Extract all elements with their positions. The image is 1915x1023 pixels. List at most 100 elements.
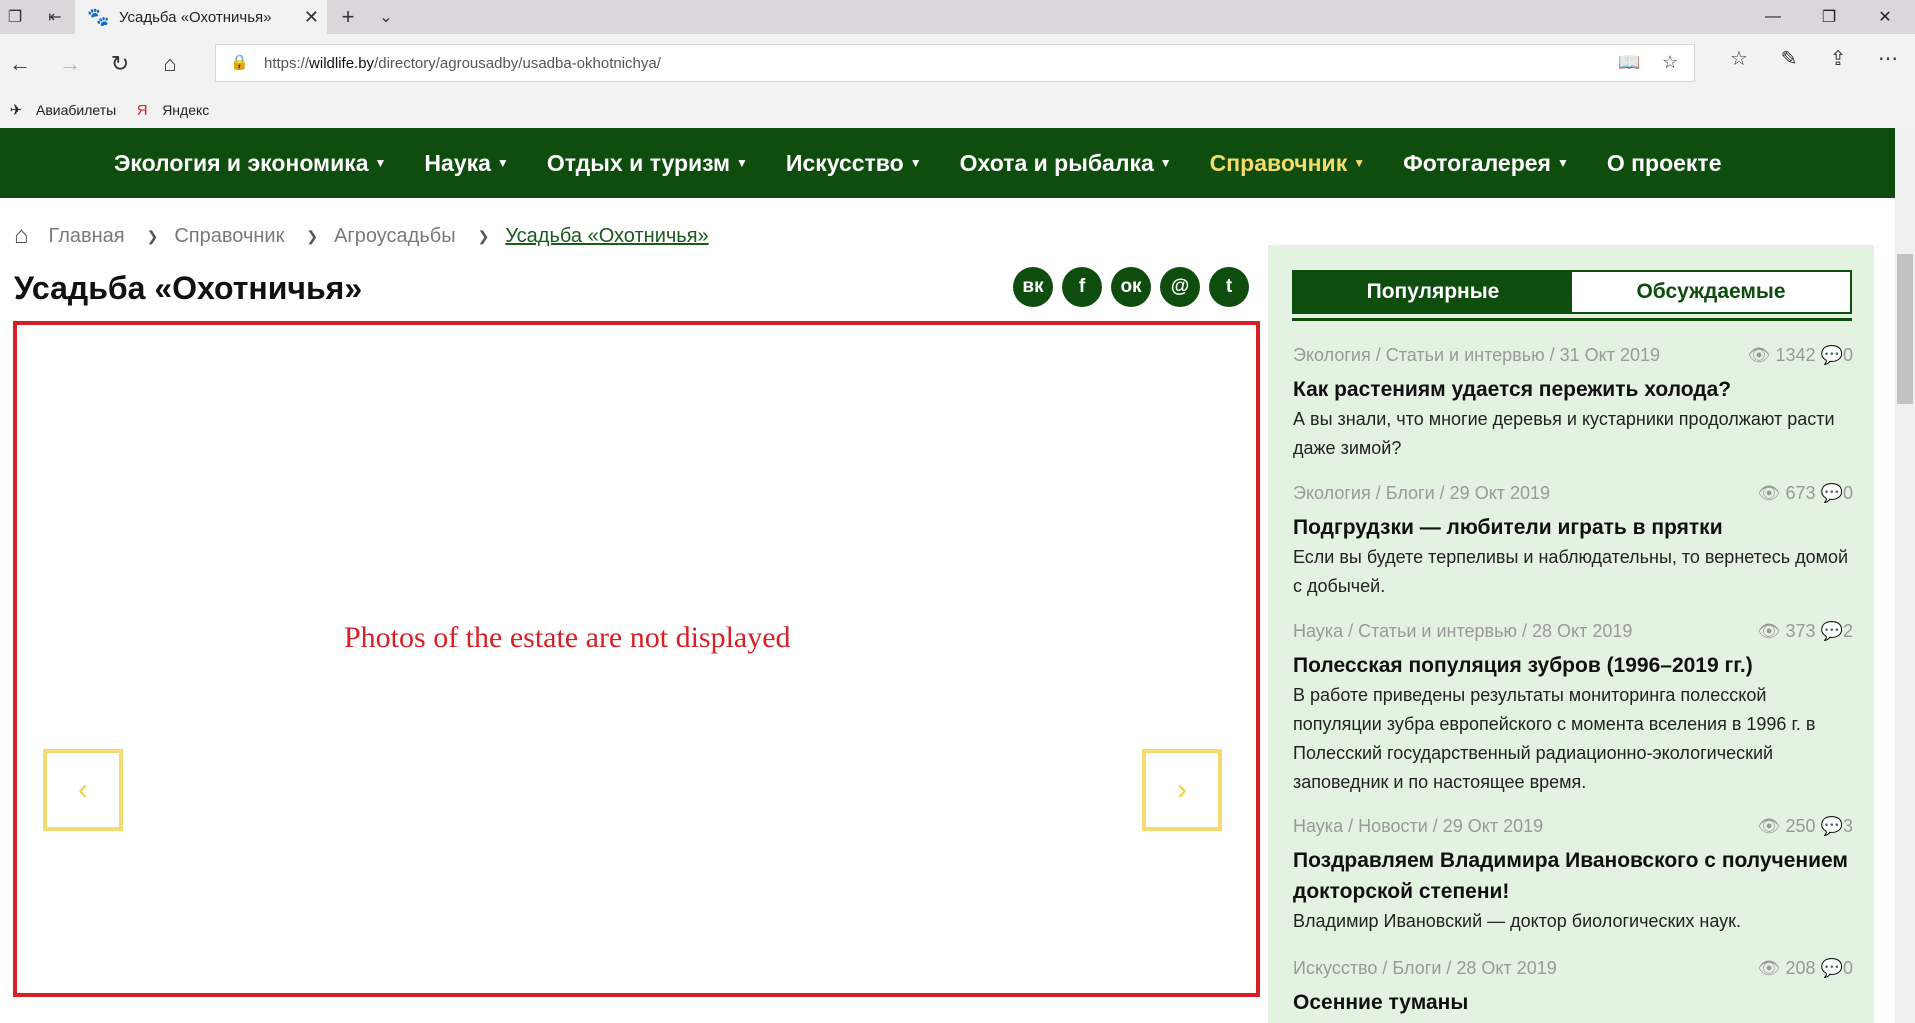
post-title[interactable]: Подгрудзки — любители играть в прятки <box>1293 512 1853 543</box>
view-count: 1342 <box>1775 345 1816 365</box>
chevron-left-icon: ‹ <box>78 773 88 806</box>
caret-down-icon: ▼ <box>1556 155 1569 170</box>
tab-manager-icon[interactable]: ❐ <box>0 0 30 34</box>
eye-icon: 👁 <box>1757 958 1781 978</box>
favorite-aviabilety[interactable]: ✈ Авиабилеты <box>6 101 116 119</box>
favorite-label: Авиабилеты <box>36 102 117 118</box>
share-icon[interactable]: ⇪ <box>1822 46 1854 71</box>
post-title[interactable]: Полесская популяция зубров (1996–2019 гг… <box>1293 650 1853 681</box>
post-title[interactable]: Осенние туманы <box>1293 987 1853 1018</box>
tab-list-chevron-icon[interactable]: ⌄ <box>371 0 401 34</box>
nav-label: Фотогалерея <box>1403 149 1551 176</box>
gallery-prev-button[interactable]: ‹ <box>43 749 123 831</box>
view-count: 373 <box>1785 621 1816 641</box>
nav-label: Охота и рыбалка <box>959 149 1154 176</box>
mail-icon[interactable]: @ <box>1160 267 1200 307</box>
eye-icon: 👁 <box>1757 621 1781 641</box>
comment-count: 0 <box>1842 345 1853 365</box>
restore-icon[interactable]: ❐ <box>1799 0 1859 34</box>
favorites-list-icon[interactable]: ☆ <box>1723 46 1755 71</box>
gallery-message: Photos of the estate are not displayed <box>344 621 791 654</box>
comment-icon: 💬 <box>1820 483 1843 503</box>
eye-icon: 👁 <box>1757 816 1781 836</box>
nav-item-art[interactable]: Искусство ▼ <box>786 150 922 177</box>
reading-view-icon[interactable]: 📖 <box>1618 52 1640 73</box>
breadcrumb-agro[interactable]: Агроусадьбы <box>334 225 455 248</box>
list-item: Наука / Новости / 29 Окт 2019 👁 250 💬3 По… <box>1293 816 1853 936</box>
favorite-star-icon[interactable]: ☆ <box>1662 52 1678 73</box>
minimize-icon[interactable]: — <box>1743 0 1803 34</box>
favorite-label: Яндекс <box>162 102 210 118</box>
nav-item-directory[interactable]: Справочник ▼ <box>1210 150 1365 177</box>
chevron-right-icon: ❯ <box>477 227 490 244</box>
page-scrollbar[interactable] <box>1895 128 1915 1023</box>
post-meta[interactable]: Экология / Блоги / 29 Окт 2019 <box>1293 483 1550 507</box>
post-title[interactable]: Поздравляем Владимира Ивановского с полу… <box>1293 845 1853 907</box>
comment-icon: 💬 <box>1820 345 1843 365</box>
chevron-right-icon: ❯ <box>146 227 159 244</box>
tab-title: Усадьба «Охотничья» <box>119 8 272 26</box>
odnoklassniki-icon[interactable]: ок <box>1111 267 1151 307</box>
url-path: /directory/agrousadby/usadba-okhotnichya… <box>374 54 661 72</box>
breadcrumb-directory[interactable]: Справочник <box>174 225 284 248</box>
post-excerpt: Владимир Ивановский — доктор биологическ… <box>1293 911 1742 931</box>
post-meta[interactable]: Наука / Новости / 29 Окт 2019 <box>1293 816 1543 840</box>
view-count: 673 <box>1785 483 1816 503</box>
nav-label: Отдых и туризм <box>546 149 731 176</box>
post-meta[interactable]: Экология / Статьи и интервью / 31 Окт 20… <box>1293 345 1660 369</box>
list-item: Наука / Статьи и интервью / 28 Окт 2019 👁… <box>1293 621 1853 797</box>
home-icon[interactable]: ⌂ <box>150 44 190 84</box>
list-item: Экология / Статьи и интервью / 31 Окт 20… <box>1293 345 1853 463</box>
caret-down-icon: ▼ <box>374 155 387 170</box>
nav-item-tourism[interactable]: Отдых и туризм ▼ <box>547 150 748 177</box>
comment-icon: 💬 <box>1820 958 1843 978</box>
favorite-yandex[interactable]: Я Яндекс <box>132 101 210 119</box>
post-meta[interactable]: Искусство / Блоги / 28 Окт 2019 <box>1293 958 1557 982</box>
nav-item-hunting[interactable]: Охота и рыбалка ▼ <box>960 150 1172 177</box>
post-excerpt: А вы знали, что многие деревья и кустарн… <box>1293 409 1835 458</box>
url-field[interactable]: 🔒 https://wildlife.by/directory/agrousad… <box>215 44 1695 82</box>
post-meta[interactable]: Наука / Статьи и интервью / 28 Окт 2019 <box>1293 621 1632 645</box>
tab-discussed[interactable]: Обсуждаемые <box>1572 272 1850 312</box>
comment-icon: 💬 <box>1820 621 1843 641</box>
address-bar-row: ← → ↻ ⌂ 🔒 https://wildlife.by/directory/… <box>0 34 1915 92</box>
more-icon[interactable]: ⋯ <box>1872 46 1904 71</box>
refresh-icon[interactable]: ↻ <box>100 44 140 84</box>
chevron-right-icon: › <box>1177 773 1187 806</box>
caret-down-icon: ▼ <box>1159 155 1172 170</box>
facebook-icon[interactable]: f <box>1062 267 1102 307</box>
browser-tab[interactable]: 🐾 Усадьба «Охотничья» ✕ <box>75 0 327 34</box>
vk-icon[interactable]: вк <box>1013 267 1053 307</box>
back-icon[interactable]: ← <box>0 44 40 84</box>
url-scheme: https:// <box>264 54 310 72</box>
pen-icon[interactable]: ✎ <box>1773 46 1805 71</box>
view-count: 208 <box>1785 958 1816 978</box>
nav-item-science[interactable]: Наука ▼ <box>424 150 508 177</box>
home-icon[interactable]: ⌂ <box>14 222 29 250</box>
set-aside-tabs-icon[interactable]: ⇤ <box>40 0 70 34</box>
tab-popular[interactable]: Популярные <box>1294 272 1572 312</box>
url-host: wildlife.by <box>309 54 375 72</box>
comment-icon: 💬 <box>1820 816 1843 836</box>
list-item: Экология / Блоги / 29 Окт 2019 👁 673 💬0 П… <box>1293 483 1853 601</box>
breadcrumb-home[interactable]: Главная <box>49 225 125 248</box>
comment-count: 3 <box>1842 816 1853 836</box>
new-tab-icon[interactable]: + <box>333 0 363 34</box>
caret-down-icon: ▼ <box>496 155 509 170</box>
breadcrumb-current[interactable]: Усадьба «Охотничья» <box>505 225 708 248</box>
lock-icon: 🔒 <box>230 54 249 71</box>
comment-count: 2 <box>1842 621 1853 641</box>
twitter-icon[interactable]: t <box>1209 267 1249 307</box>
gallery-next-button[interactable]: › <box>1142 749 1222 831</box>
nav-item-ecology[interactable]: Экология и экономика ▼ <box>114 150 386 177</box>
close-window-icon[interactable]: ✕ <box>1855 0 1915 34</box>
yandex-icon: Я <box>136 101 148 119</box>
nav-item-photogallery[interactable]: Фотогалерея ▼ <box>1403 150 1569 177</box>
page-title: Усадьба «Охотничья» <box>14 270 363 306</box>
post-title[interactable]: Как растениям удается пережить холода? <box>1293 374 1853 405</box>
close-tab-icon[interactable]: ✕ <box>304 7 319 28</box>
forward-icon[interactable]: → <box>50 44 90 84</box>
nav-item-about[interactable]: О проекте <box>1607 150 1722 177</box>
eye-icon: 👁 <box>1757 483 1781 503</box>
scrollbar-thumb[interactable] <box>1897 254 1913 404</box>
